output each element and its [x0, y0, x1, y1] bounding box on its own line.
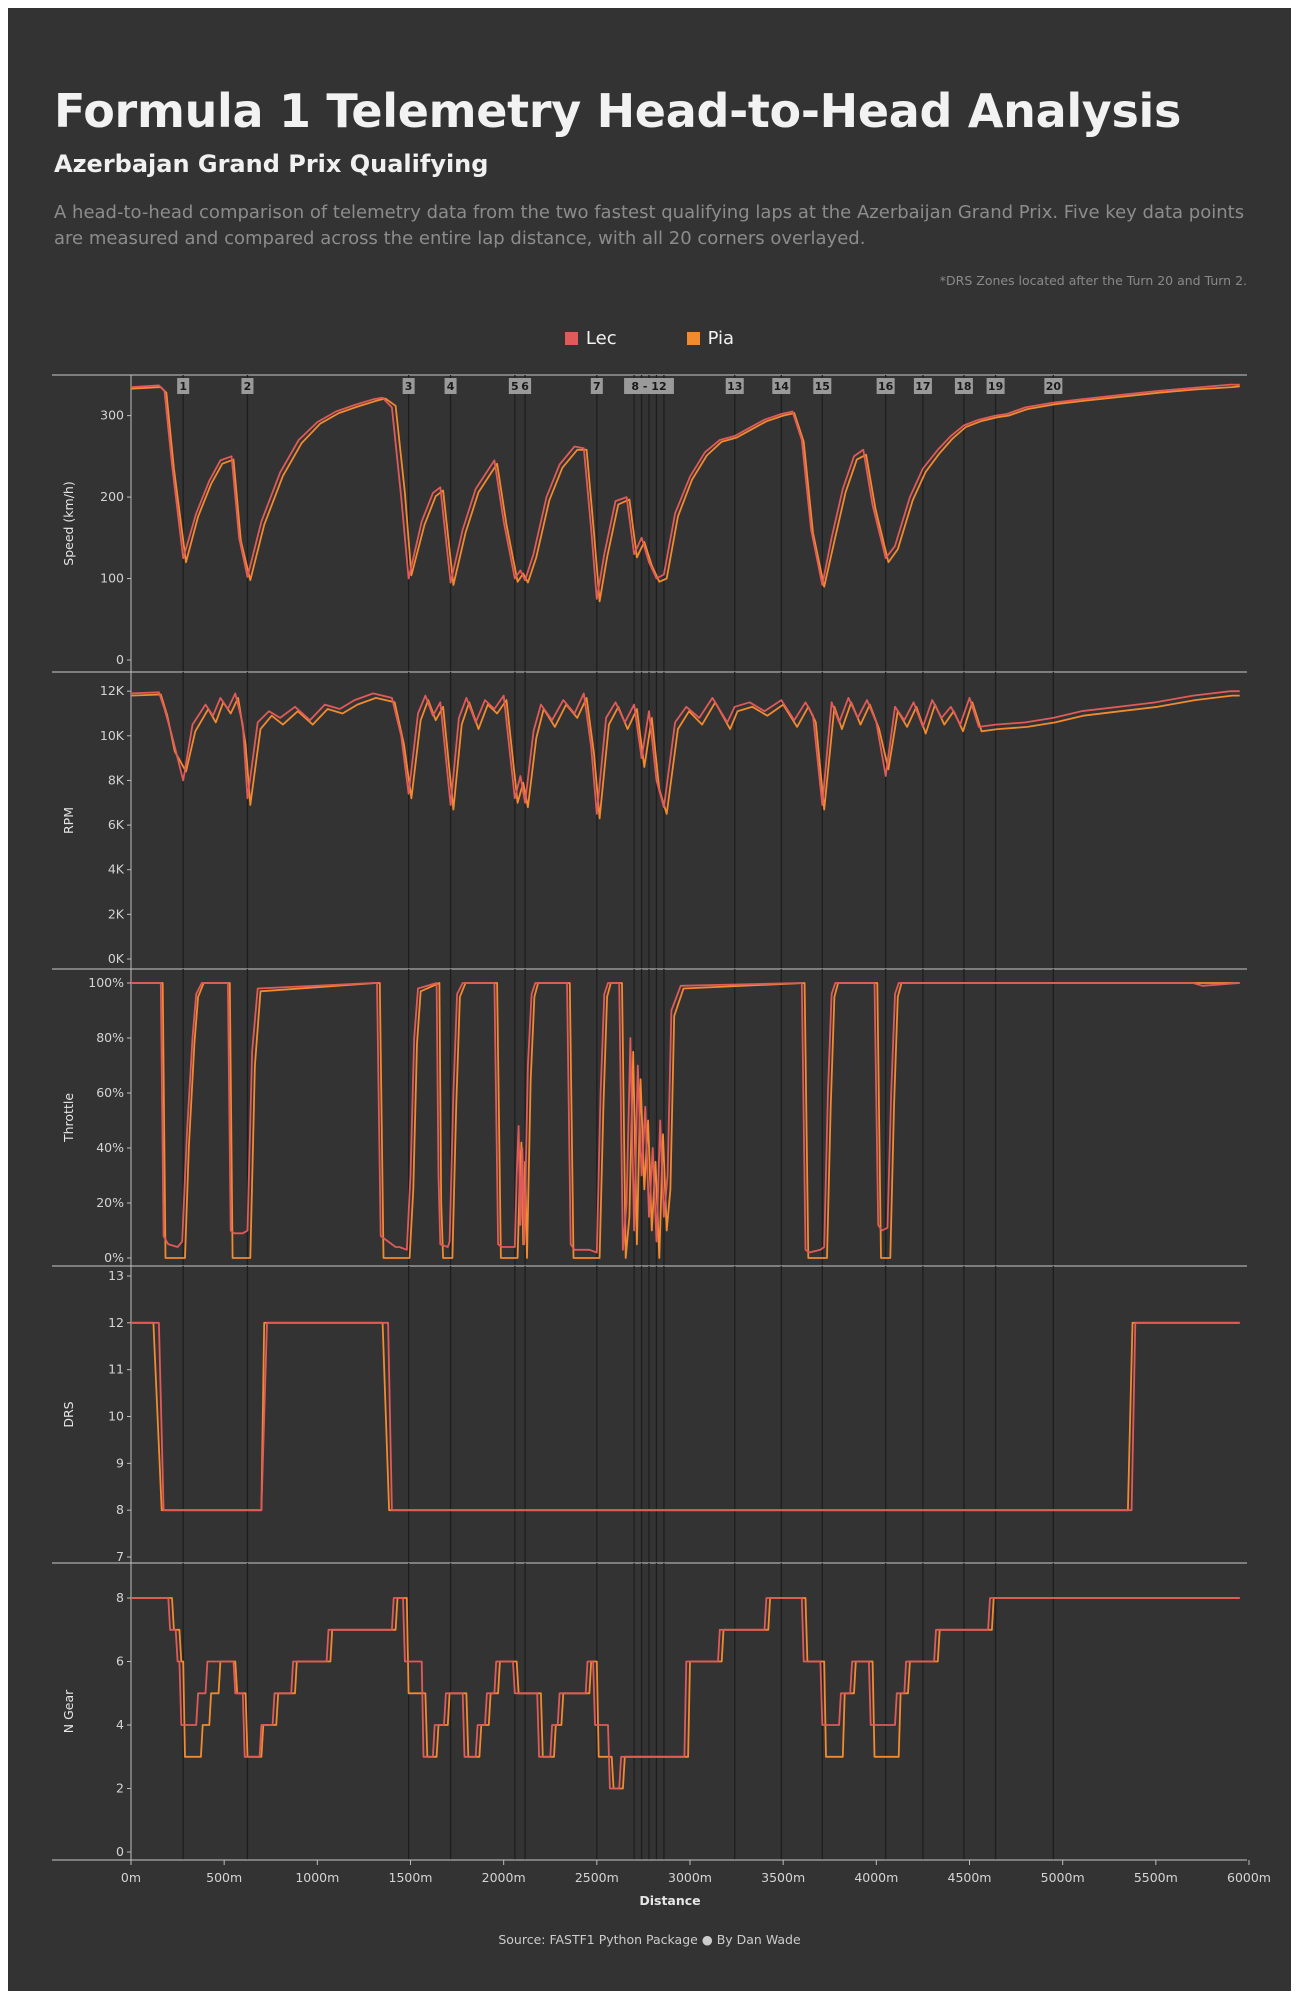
y-tick-label: 60% [96, 1085, 124, 1100]
y-tick-label: 10 [108, 1409, 124, 1424]
y-tick-label: 8 [116, 1502, 124, 1517]
y-tick-label: 12K [100, 683, 125, 698]
corner-label: 19 [988, 380, 1003, 393]
y-tick-label: 4K [108, 862, 125, 877]
x-axis-label: Distance [639, 1893, 700, 1908]
source-credit: Source: FASTF1 Python Package ● By Dan W… [498, 1932, 801, 1947]
corner-label: 14 [774, 380, 790, 393]
telemetry-chart: 0100200300Speed (km/h)0K2K4K6K8K10K12KRP… [52, 374, 1271, 1908]
y-tick-label: 8K [108, 772, 125, 787]
y-tick-label: 11 [108, 1362, 124, 1377]
y-tick-label: 20% [96, 1195, 124, 1210]
y-tick-label: 300 [100, 408, 124, 423]
series-line-lec [131, 1321, 1240, 1512]
corner-label: 3 [405, 380, 413, 393]
y-tick-label: 2K [108, 906, 125, 921]
y-tick-label: 4 [116, 1717, 124, 1732]
y-tick-label: 100% [88, 975, 124, 990]
y-tick-label: 12 [108, 1315, 124, 1330]
corner-label: 16 [878, 380, 894, 393]
y-tick-label: 0% [104, 1250, 124, 1265]
corner-group-label: 8 - 12 [631, 380, 666, 393]
y-tick-label: 0 [116, 1844, 124, 1859]
corner-label: 6 [521, 380, 529, 393]
corner-label: 5 [511, 380, 519, 393]
corner-label: 1 [179, 380, 187, 393]
series-line-lec [131, 1597, 1240, 1790]
corner-label: 15 [815, 380, 830, 393]
x-tick-label: 6000m [1227, 1870, 1271, 1885]
y-tick-label: 6 [116, 1654, 124, 1669]
series-line-lec [130, 690, 1240, 815]
y-tick-label: 0 [116, 652, 124, 667]
x-tick-label: 2500m [575, 1870, 619, 1885]
corner-label: 20 [1046, 380, 1062, 393]
x-tick-label: 5500m [1134, 1870, 1178, 1885]
x-tick-label: 1500m [389, 1870, 433, 1885]
series-line-pia [131, 982, 1240, 1259]
y-tick-label: 200 [100, 489, 124, 504]
x-tick-label: 3500m [761, 1870, 805, 1885]
series-line-pia [130, 385, 1240, 603]
series-line-lec [130, 383, 1240, 600]
series-line-lec [131, 982, 1240, 1254]
y-tick-label: 10K [100, 728, 125, 743]
corner-label: 7 [593, 380, 601, 393]
corner-label: 4 [447, 380, 455, 393]
y-axis-label: Throttle [61, 1093, 76, 1143]
x-tick-label: 2000m [482, 1870, 526, 1885]
corner-label: 17 [915, 380, 930, 393]
corner-label: 13 [727, 380, 742, 393]
y-axis-label: RPM [61, 807, 76, 834]
corner-label: 18 [956, 380, 971, 393]
x-tick-label: 500m [206, 1870, 242, 1885]
x-tick-label: 5000m [1041, 1870, 1085, 1885]
y-tick-label: 100 [100, 571, 124, 586]
y-tick-label: 80% [96, 1030, 124, 1045]
y-tick-label: 0K [108, 951, 125, 966]
y-tick-label: 8 [116, 1590, 124, 1605]
y-axis-label: N Gear [61, 1689, 76, 1733]
y-tick-label: 9 [116, 1455, 124, 1470]
x-tick-label: 4500m [948, 1870, 992, 1885]
x-tick-label: 3000m [668, 1870, 712, 1885]
x-tick-label: 0m [121, 1870, 141, 1885]
series-line-pia [131, 1321, 1240, 1512]
y-axis-label: Speed (km/h) [61, 481, 76, 565]
y-tick-label: 7 [116, 1549, 124, 1564]
y-tick-label: 6K [108, 817, 125, 832]
corner-label: 2 [244, 380, 252, 393]
x-tick-label: 4000m [854, 1870, 898, 1885]
y-tick-label: 13 [108, 1268, 124, 1283]
y-tick-label: 40% [96, 1140, 124, 1155]
y-axis-label: DRS [61, 1401, 76, 1427]
x-tick-label: 1000m [295, 1870, 339, 1885]
y-tick-label: 2 [116, 1781, 124, 1796]
